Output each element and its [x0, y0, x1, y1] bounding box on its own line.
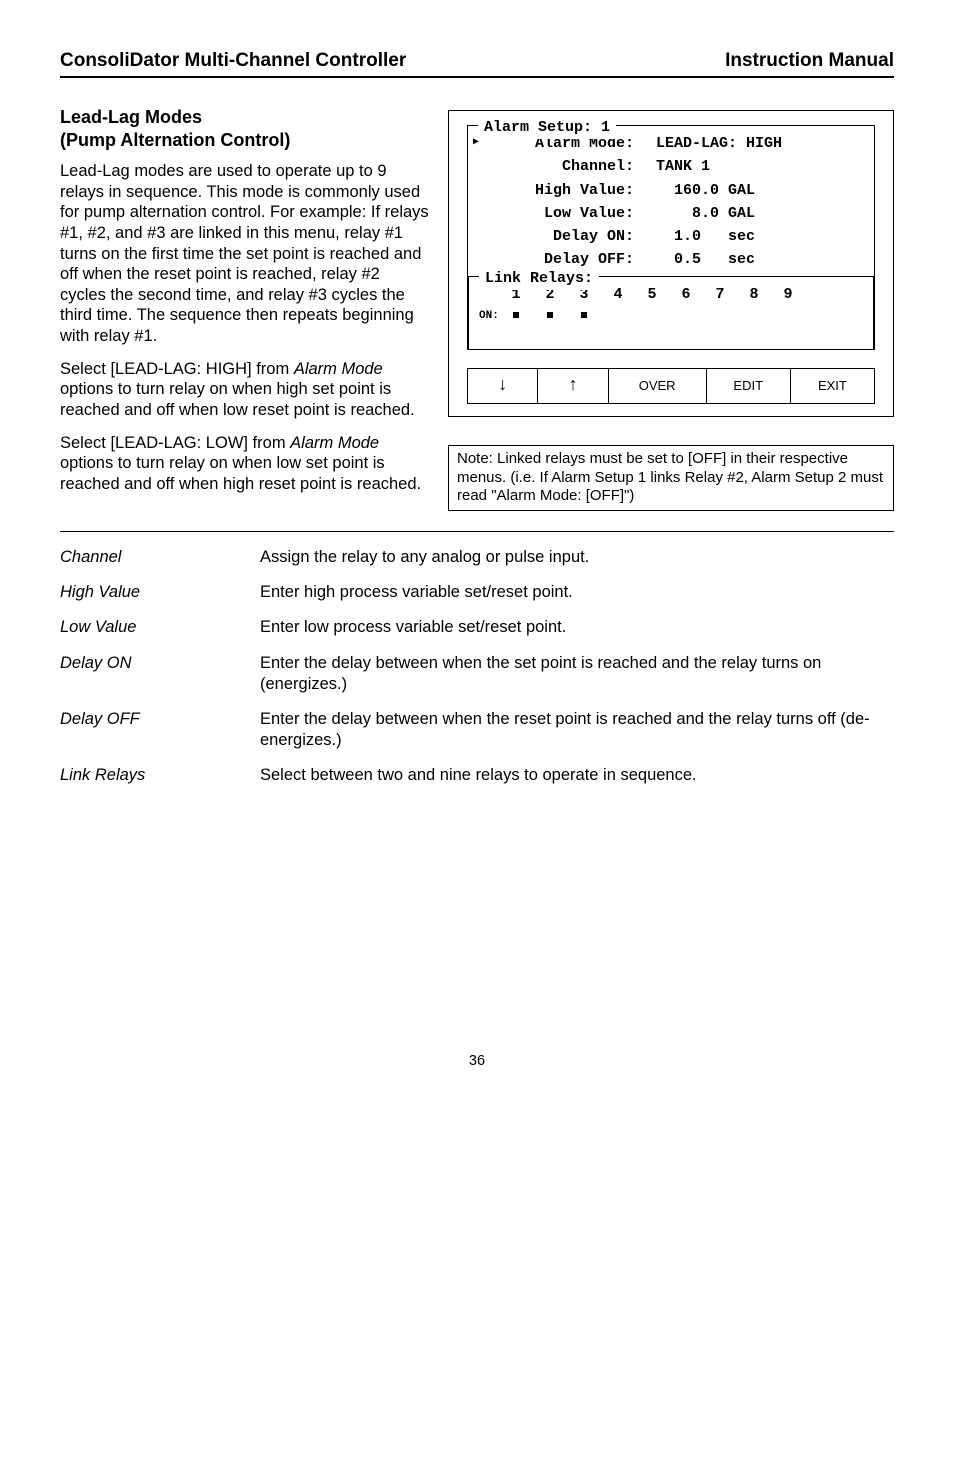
table-row: Delay OFFEnter the delay between when th… — [60, 702, 894, 758]
paragraph-2: Select [LEAD-LAG: HIGH] from Alarm Mode … — [60, 359, 430, 421]
p2-part-a: Select [LEAD-LAG: HIGH] from — [60, 360, 294, 378]
lcd-row-high-value: High Value: 160.0 GAL — [478, 179, 864, 202]
row-value: 1.0 sec — [634, 225, 755, 248]
exit-button[interactable]: EXIT — [791, 369, 874, 403]
lcd-button-bar: ↓ ↑ OVER EDIT EXIT — [467, 368, 875, 404]
down-button[interactable]: ↓ — [468, 369, 538, 403]
def-desc: Select between two and nine relays to op… — [260, 758, 894, 793]
arrow-up-icon: ↑ — [568, 376, 579, 396]
page-header: ConsoliDator Multi-Channel Controller In… — [60, 50, 894, 78]
def-term: Channel — [60, 540, 260, 575]
def-desc: Enter high process variable set/reset po… — [260, 575, 894, 610]
relay-state — [499, 308, 533, 325]
def-desc: Enter the delay between when the set poi… — [260, 646, 894, 702]
row-value: 0.5 sec — [634, 248, 755, 271]
heading-line2: (Pump Alternation Control) — [60, 130, 290, 150]
row-label: Delay ON: — [484, 225, 634, 248]
paragraph-1: Lead-Lag modes are used to operate up to… — [60, 161, 430, 347]
def-term: High Value — [60, 575, 260, 610]
def-term: Delay ON — [60, 646, 260, 702]
arrow-down-icon: ↓ — [497, 376, 508, 396]
table-row: Low ValueEnter low process variable set/… — [60, 610, 894, 645]
p2-part-b: options to turn relay on when high set p… — [60, 380, 415, 419]
def-desc: Assign the relay to any analog or pulse … — [260, 540, 894, 575]
table-row: High ValueEnter high process variable se… — [60, 575, 894, 610]
page-number: 36 — [60, 1053, 894, 1069]
link-relays-legend: Link Relays: — [479, 267, 599, 290]
relay-state — [567, 308, 601, 325]
filled-square-icon — [513, 312, 519, 318]
relay-on-row: ON: — [479, 308, 863, 325]
p3-part-b: options to turn relay on when low set po… — [60, 454, 421, 493]
lcd-row-delay-on: Delay ON: 1.0 sec — [478, 225, 864, 248]
p2-emphasis: Alarm Mode — [294, 360, 383, 378]
p3-part-a: Select [LEAD-LAG: LOW] from — [60, 434, 290, 452]
row-label: Low Value: — [484, 202, 634, 225]
header-left: ConsoliDator Multi-Channel Controller — [60, 50, 406, 72]
filled-square-icon — [547, 312, 553, 318]
definitions-table: ChannelAssign the relay to any analog or… — [60, 540, 894, 793]
relay-num: 4 — [601, 283, 635, 306]
horizontal-divider — [60, 531, 894, 532]
over-button[interactable]: OVER — [609, 369, 707, 403]
table-row: Delay ONEnter the delay between when the… — [60, 646, 894, 702]
link-relays-fieldset: Link Relays: 1 2 3 4 5 6 7 8 9 — [468, 276, 874, 349]
row-label: Channel: — [484, 155, 634, 178]
def-desc: Enter the delay between when the reset p… — [260, 702, 894, 758]
relay-num: 8 — [737, 283, 771, 306]
row-value: TANK 1 — [634, 155, 710, 178]
def-desc: Enter low process variable set/reset poi… — [260, 610, 894, 645]
filled-square-icon — [581, 312, 587, 318]
table-row: Link RelaysSelect between two and nine r… — [60, 758, 894, 793]
lcd-row-channel: Channel:TANK 1 — [478, 155, 864, 178]
alarm-setup-legend: Alarm Setup: 1 — [478, 116, 616, 139]
def-term: Link Relays — [60, 758, 260, 793]
def-term: Low Value — [60, 610, 260, 645]
heading-line1: Lead-Lag Modes — [60, 107, 202, 127]
section-heading: Lead-Lag Modes (Pump Alternation Control… — [60, 106, 430, 151]
paragraph-3: Select [LEAD-LAG: LOW] from Alarm Mode o… — [60, 433, 430, 495]
row-value: 160.0 GAL — [634, 179, 755, 202]
relay-num: 9 — [771, 283, 805, 306]
lcd-panel: Alarm Setup: 1 Alarm Mode:LEAD-LAG: HIGH… — [448, 110, 894, 417]
row-label: High Value: — [484, 179, 634, 202]
alarm-setup-fieldset: Alarm Setup: 1 Alarm Mode:LEAD-LAG: HIGH… — [467, 125, 875, 350]
lcd-row-low-value: Low Value: 8.0 GAL — [478, 202, 864, 225]
edit-button[interactable]: EDIT — [707, 369, 791, 403]
table-row: ChannelAssign the relay to any analog or… — [60, 540, 894, 575]
relay-num: 5 — [635, 283, 669, 306]
up-button[interactable]: ↑ — [538, 369, 608, 403]
p3-emphasis: Alarm Mode — [290, 434, 379, 452]
relay-num: 6 — [669, 283, 703, 306]
relay-state — [533, 308, 567, 325]
header-right: Instruction Manual — [725, 50, 894, 72]
row-value: LEAD-LAG: HIGH — [634, 132, 782, 155]
note-box: Note: Linked relays must be set to [OFF]… — [448, 445, 894, 511]
on-label: ON: — [479, 308, 499, 325]
def-term: Delay OFF — [60, 702, 260, 758]
relay-num: 7 — [703, 283, 737, 306]
row-value: 8.0 GAL — [634, 202, 755, 225]
